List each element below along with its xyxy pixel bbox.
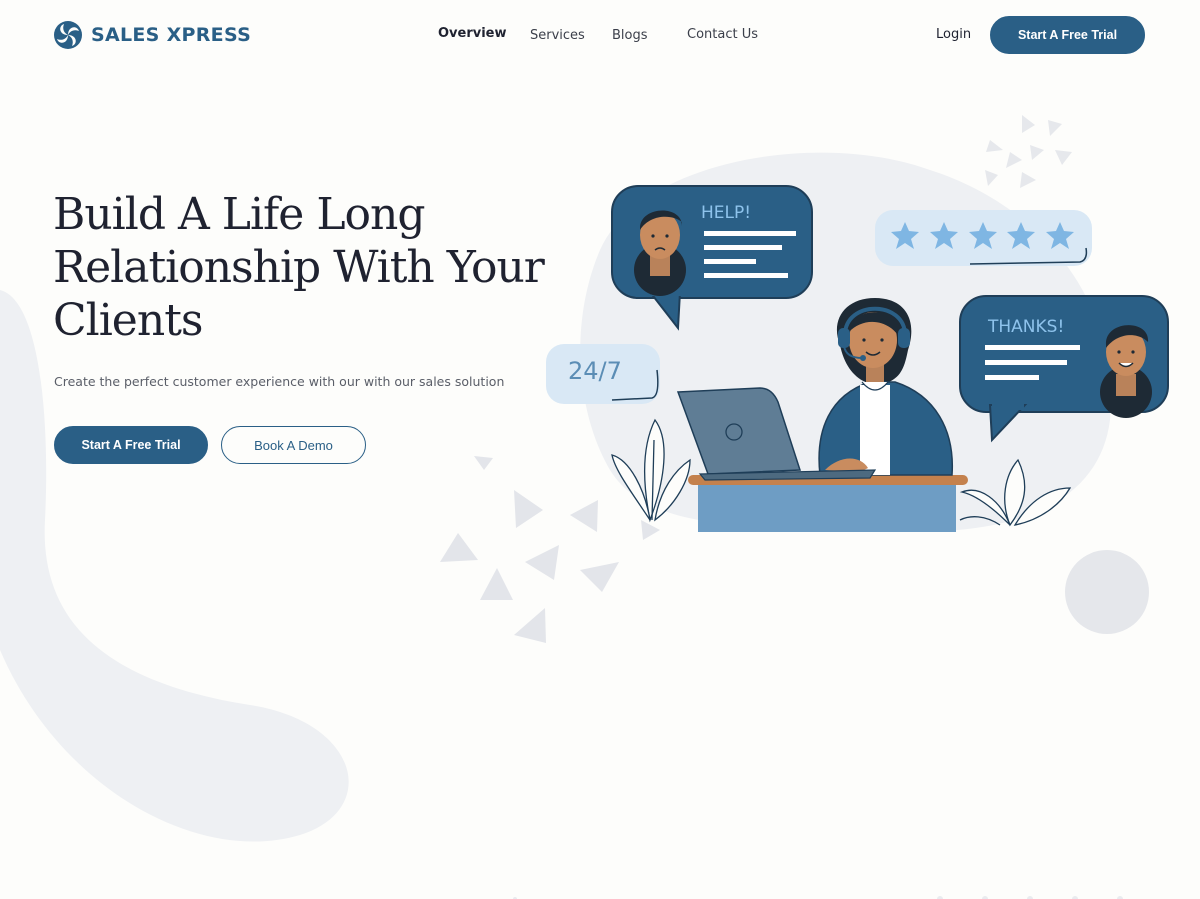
nav-link-contact-us[interactable]: Contact Us — [687, 27, 758, 42]
decor-triangles-top — [985, 115, 1072, 188]
nav-link-overview[interactable]: Overview — [438, 26, 507, 41]
hero-start-free-trial-button[interactable]: Start A Free Trial — [54, 426, 208, 464]
logo-icon — [54, 21, 82, 49]
availability-text: 24/7 — [568, 357, 622, 385]
thanks-bubble-text: THANKS! — [987, 317, 1064, 337]
hero-title: Build A Life Long Relationship With Your… — [53, 189, 545, 346]
help-bubble-text: HELP! — [701, 203, 751, 223]
hero-subtitle: Create the perfect customer experience w… — [54, 374, 505, 389]
login-link[interactable]: Login — [936, 27, 971, 42]
decor-circle — [1065, 550, 1149, 634]
top-navigation: SALES XPRESS Overview Services Blogs Con… — [0, 0, 1200, 70]
book-demo-button[interactable]: Book A Demo — [221, 426, 366, 464]
nav-link-blogs[interactable]: Blogs — [612, 28, 648, 43]
rating-bubble — [875, 210, 1092, 266]
brand-name: SALES XPRESS — [91, 24, 252, 46]
nav-start-free-trial-button[interactable]: Start A Free Trial — [990, 16, 1145, 54]
desk-front — [698, 482, 956, 532]
brand-logo[interactable]: SALES XPRESS — [53, 20, 251, 50]
nav-link-services[interactable]: Services — [530, 28, 585, 43]
